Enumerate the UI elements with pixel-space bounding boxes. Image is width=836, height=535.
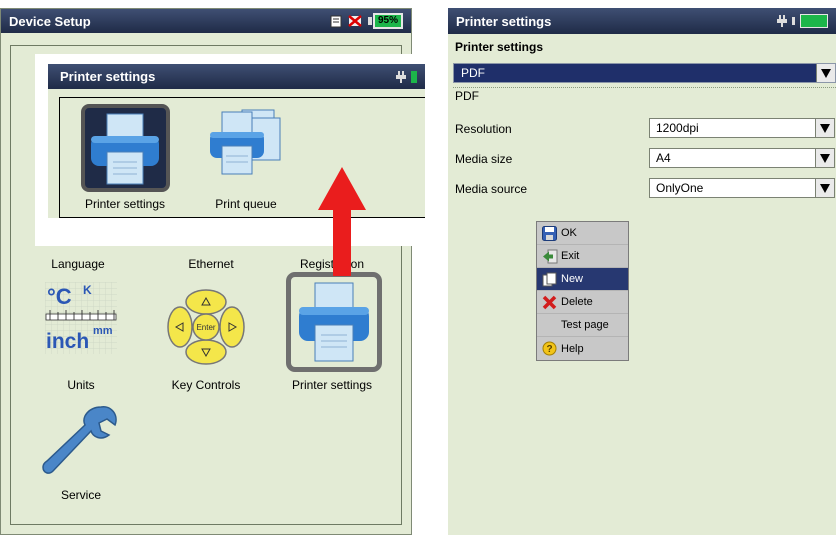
key-controls-label: Key Controls xyxy=(171,378,241,392)
menu-item-test-page-label: Test page xyxy=(561,319,609,331)
media-size-select[interactable]: A4 xyxy=(649,148,835,168)
printer-settings-screen: Printer settings Printer settings PDF PD… xyxy=(448,8,836,535)
printer-select-value: PDF xyxy=(461,66,485,80)
print-queue-label: Print queue xyxy=(215,197,277,211)
resolution-label: Resolution xyxy=(455,122,512,136)
units-tile[interactable]: °C K inch mm xyxy=(45,282,117,354)
battery-level: 95% xyxy=(372,13,403,29)
right-titlebar: Printer settings xyxy=(448,8,836,34)
chevron-down-icon[interactable] xyxy=(815,179,834,197)
resolution-select[interactable]: 1200dpi xyxy=(649,118,835,138)
media-source-value: OnlyOne xyxy=(656,181,704,195)
menu-item-new-label: New xyxy=(561,273,584,285)
menu-item-exit[interactable]: Exit xyxy=(537,245,628,268)
inset-titlebar: Printer settings xyxy=(48,64,425,89)
inset-printer-settings-label: Printer settings xyxy=(84,197,166,211)
menu-item-ok-label: OK xyxy=(561,227,577,239)
right-status xyxy=(777,14,828,28)
inset-printer-settings-tile[interactable] xyxy=(81,104,170,192)
svg-text:?: ? xyxy=(546,344,552,355)
printer-icon xyxy=(91,113,159,185)
media-source-label: Media source xyxy=(455,182,528,196)
units-icon: °C K inch mm xyxy=(45,282,117,354)
language-label: Language xyxy=(51,257,105,271)
media-source-select[interactable]: OnlyOne xyxy=(649,178,835,198)
ethernet-label: Ethernet xyxy=(188,257,234,271)
kelvin-text: K xyxy=(83,283,92,297)
device-setup-titlebar: Device Setup 95% xyxy=(1,9,411,33)
media-size-value: A4 xyxy=(656,151,671,165)
document-icon xyxy=(330,15,342,27)
device-setup-title: Device Setup xyxy=(9,13,91,29)
inset-title: Printer settings xyxy=(60,69,156,84)
red-arrow xyxy=(318,167,366,276)
inset-status xyxy=(396,70,417,83)
units-label: Units xyxy=(67,378,95,392)
exit-arrow-icon xyxy=(541,248,558,264)
menu-item-ok[interactable]: OK xyxy=(537,222,628,245)
menu-item-exit-label: Exit xyxy=(561,250,580,262)
plug-icon xyxy=(396,70,406,83)
print-queue-tile[interactable] xyxy=(204,106,288,184)
menu-item-new[interactable]: New xyxy=(537,268,628,291)
chevron-down-icon[interactable] xyxy=(815,149,834,167)
service-label: Service xyxy=(60,488,101,502)
inch-text: inch xyxy=(46,330,89,353)
media-size-label: Media size xyxy=(455,152,513,166)
enter-key-text: Enter xyxy=(196,323,215,332)
service-tile[interactable] xyxy=(39,401,121,481)
help-icon: ? xyxy=(541,341,558,357)
menu-item-help-label: Help xyxy=(561,342,584,355)
menu-item-test-page[interactable]: Test page xyxy=(537,314,628,337)
wrench-icon xyxy=(42,406,117,474)
menu-item-delete[interactable]: Delete xyxy=(537,291,628,314)
printer-select[interactable]: PDF xyxy=(453,63,836,83)
printer-settings-tile[interactable] xyxy=(286,272,382,372)
printer-name: PDF xyxy=(455,89,479,103)
print-queue-icon xyxy=(210,109,281,175)
right-title: Printer settings xyxy=(456,13,552,29)
save-icon xyxy=(541,225,558,241)
plug-icon xyxy=(777,15,787,27)
key-controls-icon: Enter xyxy=(167,289,245,365)
chevron-down-icon[interactable] xyxy=(816,64,835,82)
printer-icon xyxy=(299,282,369,362)
battery-indicator: 95% xyxy=(367,13,403,29)
network-disconnected-icon xyxy=(348,15,362,27)
printer-settings-label: Printer settings xyxy=(291,378,373,392)
celsius-text: °C xyxy=(47,284,72,309)
status-area: 95% xyxy=(330,13,403,29)
resolution-value: 1200dpi xyxy=(656,121,699,135)
menu-item-delete-label: Delete xyxy=(561,296,593,308)
mm-text: mm xyxy=(93,325,113,337)
menu-item-help[interactable]: ? Help xyxy=(537,337,628,360)
printer-settings-header: Printer settings xyxy=(455,40,544,54)
divider xyxy=(453,87,836,88)
chevron-down-icon[interactable] xyxy=(815,119,834,137)
context-menu: OK Exit New Delete Test page ? Help xyxy=(536,221,629,361)
new-document-icon xyxy=(541,271,558,287)
key-controls-tile[interactable]: Enter xyxy=(166,289,246,365)
delete-x-icon xyxy=(541,294,558,310)
